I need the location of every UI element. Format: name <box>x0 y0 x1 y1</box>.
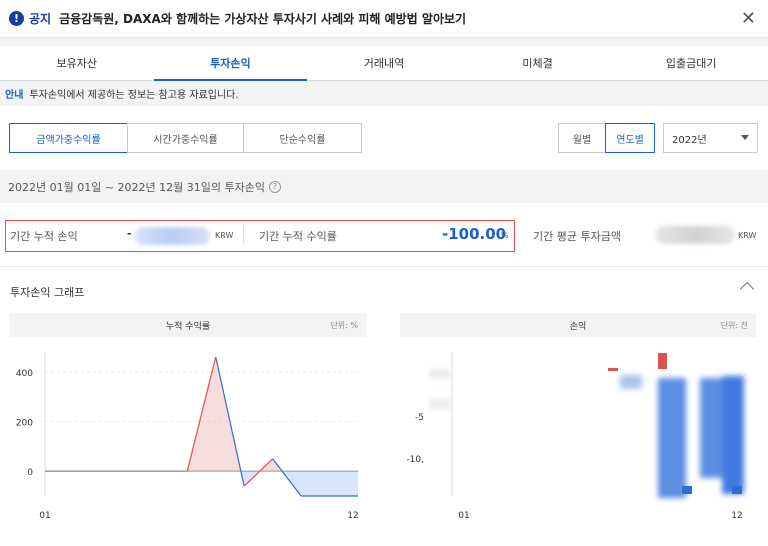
chevron-down-icon <box>741 135 749 140</box>
cum-rate-label: 기간 누적 수익률 <box>259 230 337 243</box>
chart2-title: 손익 <box>569 321 587 332</box>
avg-invest-blurred-value <box>655 226 735 244</box>
chart1-header: 누적 수익률 단위: % <box>10 313 366 337</box>
bar <box>722 376 744 494</box>
tab-history[interactable]: 거래내역 <box>307 46 461 80</box>
notice-icon: ! <box>9 11 24 26</box>
chart2-unit: 단위: 천 <box>720 320 748 330</box>
collapse-icon[interactable] <box>739 281 755 297</box>
year-value: 2022년 <box>672 134 707 146</box>
bar <box>732 486 742 494</box>
period-text: 2022년 01월 01일 ~ 2022년 12월 31일의 투자손익 <box>8 180 265 194</box>
x-tick-label: 12 <box>347 511 358 521</box>
chart2-header: 손익 단위: 천 <box>400 313 756 337</box>
bar <box>658 353 667 369</box>
seg-money-weighted[interactable]: 금액가중수익률 <box>9 123 128 153</box>
notice-text[interactable]: 금융감독원, DAXA와 함께하는 가상자산 투자사기 사례와 피해 예방법 알… <box>59 10 466 27</box>
tab-open-orders[interactable]: 미체결 <box>461 46 615 80</box>
seg-time-weighted[interactable]: 시간가중수익률 <box>127 123 244 153</box>
help-icon[interactable]: ? <box>269 180 281 193</box>
cum-rate-value: -100.00 <box>442 225 507 243</box>
notice-bar[interactable]: ! 공지 금융감독원, DAXA와 함께하는 가상자산 투자사기 사례와 피해 … <box>0 0 768 38</box>
cum-rate-unit: % <box>501 231 509 240</box>
bar <box>620 375 642 389</box>
y-tick-label: 0 <box>27 468 33 478</box>
x-tick-label: 01 <box>39 511 50 521</box>
bar <box>658 378 686 498</box>
chart1-title: 누적 수익률 <box>165 321 211 332</box>
blurred-bars <box>430 370 744 498</box>
notice-tag: 공지 <box>29 12 52 26</box>
info-bar: 안내 투자손익에서 제공하는 정보는 참고용 자료입니다. <box>0 81 768 106</box>
negative-area <box>45 471 358 496</box>
bar <box>430 370 450 378</box>
graph-section-title: 투자손익 그래프 <box>10 286 85 299</box>
cum-pnl-prefix: - <box>127 227 132 240</box>
cum-pnl-unit: KRW <box>215 231 234 240</box>
avg-invest-label: 기간 평균 투자금액 <box>533 230 621 243</box>
period-label: 2022년 01월 01일 ~ 2022년 12월 31일의 투자손익 ? <box>0 170 768 203</box>
avg-invest-unit: KRW <box>738 231 757 240</box>
toggle-yearly[interactable]: 연도별 <box>605 123 655 153</box>
divider <box>243 225 244 243</box>
divider <box>0 38 768 46</box>
info-label: 안내 <box>5 90 24 101</box>
y-tick-label: -5 <box>415 413 424 423</box>
chart1-unit: 단위: % <box>330 320 358 330</box>
summary-row: 기간 누적 손익 - KRW 기간 누적 수익률 -100.00 % 기간 평균… <box>0 203 768 267</box>
x-tick-label: 12 <box>731 511 742 521</box>
year-select[interactable]: 2022년 <box>663 123 758 153</box>
x-tick-label: 01 <box>458 511 469 521</box>
tab-pending[interactable]: 입출금대기 <box>614 46 768 80</box>
cum-pnl-label: 기간 누적 손익 <box>10 230 78 243</box>
bar <box>430 400 450 408</box>
close-icon[interactable]: ✕ <box>741 8 756 29</box>
info-text: 투자손익에서 제공하는 정보는 참고용 자료입니다. <box>29 90 239 101</box>
tab-pnl[interactable]: 투자손익 <box>153 46 308 81</box>
y-tick-label: -10, <box>406 455 424 465</box>
toggle-monthly[interactable]: 월별 <box>558 123 606 153</box>
tab-bar: 보유자산 투자손익 거래내역 미체결 입출금대기 <box>0 46 768 81</box>
seg-simple[interactable]: 단순수익률 <box>243 123 362 153</box>
cumulative-return-chart: 400 200 0 01 12 <box>16 352 359 521</box>
y-tick-label: 200 <box>16 419 33 429</box>
cum-pnl-blurred-value <box>135 227 210 245</box>
bar <box>608 368 618 371</box>
tab-holdings[interactable]: 보유자산 <box>0 46 154 80</box>
period-toggle: 월별 연도별 <box>558 123 655 153</box>
return-type-selector: 금액가중수익률 시간가중수익률 단순수익률 <box>9 123 362 153</box>
pnl-chart: -5 -10, 01 12 <box>406 352 744 521</box>
bar <box>682 486 692 494</box>
y-tick-label: 400 <box>16 369 33 379</box>
